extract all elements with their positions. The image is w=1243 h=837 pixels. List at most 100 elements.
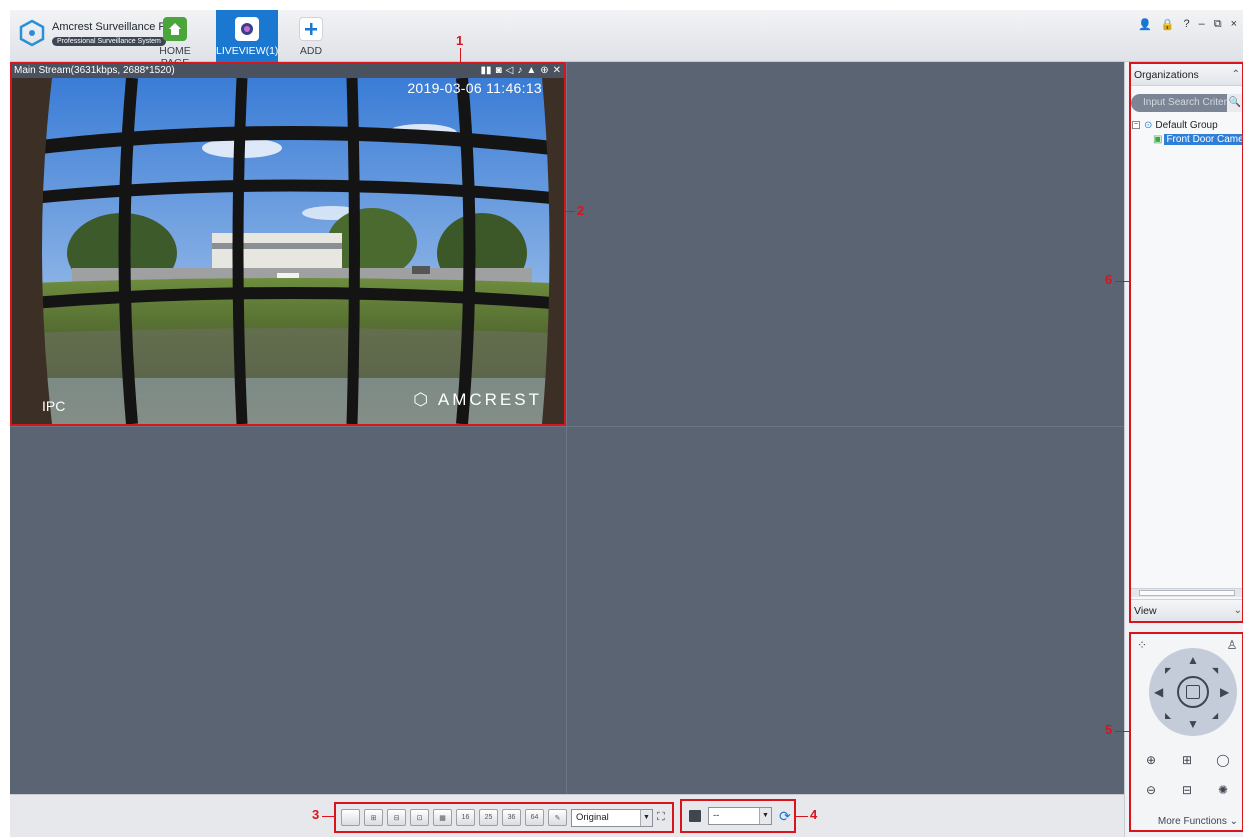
more-functions-link[interactable]: More Functions ⌄ xyxy=(1158,816,1238,827)
callout-6-line xyxy=(1115,281,1129,282)
pan-left-icon[interactable]: ◀ xyxy=(1154,686,1163,698)
close-pane-icon[interactable]: ✕ xyxy=(553,65,561,77)
view-label: View xyxy=(1134,605,1157,617)
callout-5: 5 xyxy=(1105,722,1113,737)
organizations-header[interactable]: Organizations ⌃ xyxy=(1131,64,1242,86)
layout-25-button[interactable]: 25 xyxy=(479,809,498,826)
ptz-user-icon[interactable]: ♙ xyxy=(1224,637,1240,653)
group-label: Default Group xyxy=(1155,119,1218,131)
tab-add[interactable]: ADD xyxy=(280,10,342,62)
camera-device-icon: ▣ xyxy=(1153,133,1163,145)
tab-label: LIVEVIEW(1) xyxy=(216,45,279,57)
layout-1-button[interactable] xyxy=(341,809,360,826)
layout-4-button[interactable]: ⊞ xyxy=(364,809,383,826)
layout-36-button[interactable]: 36 xyxy=(502,809,521,826)
custom-layout-button[interactable]: ✎ xyxy=(548,809,567,826)
organizations-label: Organizations xyxy=(1134,69,1199,81)
tree-horizontal-scrollbar[interactable] xyxy=(1131,588,1242,597)
camera-lens-icon xyxy=(235,17,259,41)
pan-down-icon[interactable]: ▼ xyxy=(1187,718,1199,730)
pan-down-left-icon[interactable]: ◣ xyxy=(1165,710,1171,722)
collapse-icon[interactable]: − xyxy=(1132,121,1140,129)
amcrest-logo-icon xyxy=(19,19,45,47)
layout-6-button[interactable]: ⊟ xyxy=(387,809,406,826)
tree-node-group[interactable]: − ⊙ Default Group xyxy=(1131,118,1242,132)
pan-right-icon[interactable]: ▶ xyxy=(1220,686,1229,698)
callout-1-line xyxy=(460,48,461,62)
audio-icon[interactable]: ◁ xyxy=(506,65,514,77)
stream-toolbar: -- ▼ ⟳ xyxy=(680,799,796,833)
search-icon[interactable]: 🔍 xyxy=(1227,94,1242,112)
layout-8-button[interactable]: ⊡ xyxy=(410,809,429,826)
organizations-panel: Organizations ⌃ Input Search Criteria 🔍 … xyxy=(1129,62,1243,623)
pan-up-icon[interactable]: ▲ xyxy=(1187,654,1199,666)
stream-select-value: -- xyxy=(713,810,720,821)
ptz-panel: ⁘ ♙ ▲ ▼ ◀ ▶ ◤ ◥ ◣ ◢ ⊕ ⊞ ◯ ⊖ ⊟ ✺ More Fun… xyxy=(1129,632,1243,832)
tab-home-page[interactable]: HOME PAGE xyxy=(144,10,206,69)
more-functions-label: More Functions xyxy=(1157,816,1227,827)
layout-9-button[interactable]: ▦ xyxy=(433,809,452,826)
zoom-in-icon[interactable]: ⊕ xyxy=(1143,752,1159,768)
preset-grid-icon[interactable]: ⁘ xyxy=(1134,637,1150,653)
view-header[interactable]: View ⌄ xyxy=(1131,599,1242,621)
refresh-icon[interactable]: ⟳ xyxy=(779,808,791,825)
snapshot-icon[interactable]: ◙ xyxy=(496,65,502,77)
callout-2: 2 xyxy=(577,203,585,218)
lock-icon[interactable]: 🔒 xyxy=(1161,18,1175,31)
brand-text: AMCREST xyxy=(437,390,542,409)
pan-down-right-icon[interactable]: ◢ xyxy=(1212,710,1218,722)
video-pane-3[interactable] xyxy=(10,427,566,794)
layout-64-button[interactable]: 64 xyxy=(525,809,544,826)
scrollbar-thumb[interactable] xyxy=(1139,590,1235,596)
iris-open-icon[interactable]: ◯ xyxy=(1215,752,1231,768)
zoom-icon[interactable]: ⊕ xyxy=(540,65,548,77)
top-bar: Amcrest Surveillance Pro Professional Su… xyxy=(10,10,1243,69)
device-search-input[interactable]: Input Search Criteria 🔍 xyxy=(1131,94,1242,112)
device-label: Front Door Camera xyxy=(1164,133,1242,145)
save-view-icon[interactable] xyxy=(689,810,701,822)
tab-liveview[interactable]: LIVEVIEW(1) xyxy=(216,10,278,62)
chevron-up-icon: ⌃ xyxy=(1231,69,1240,80)
stream-select[interactable]: -- ▼ xyxy=(708,807,772,825)
pan-up-left-icon[interactable]: ◤ xyxy=(1165,665,1171,677)
zoom-out-icon[interactable]: ⊖ xyxy=(1143,782,1159,798)
user-icon[interactable]: 👤 xyxy=(1138,18,1152,31)
tree-node-device[interactable]: ▣ Front Door Camera xyxy=(1131,132,1242,146)
ptz-center-button[interactable] xyxy=(1177,676,1209,708)
home-icon xyxy=(163,17,187,41)
osd-brand-watermark: ⬡ AMCREST xyxy=(413,390,542,410)
video-pane-1[interactable]: Main Stream(3631kbps, 2688*1520) ▮▮ ◙ ◁ … xyxy=(10,62,566,426)
layout-toolbar: ⊞ ⊟ ⊡ ▦ 16 25 36 64 ✎ Original ▼ ⛶ xyxy=(334,802,674,833)
aspect-ratio-value: Original xyxy=(576,811,609,823)
pane-toolbar: ▮▮ ◙ ◁ ♪ ▲ ⊕ ✕ xyxy=(481,65,561,77)
layout-16-button[interactable]: 16 xyxy=(456,809,475,826)
osd-channel-label: IPC xyxy=(42,398,66,414)
talk-icon[interactable]: ♪ xyxy=(517,65,522,77)
minimize-icon[interactable]: – xyxy=(1199,18,1205,31)
device-tree: − ⊙ Default Group ▣ Front Door Camera xyxy=(1131,118,1242,146)
record-icon[interactable]: ▮▮ xyxy=(481,65,492,77)
restore-icon[interactable]: ⧉ xyxy=(1214,18,1222,31)
callout-1: 1 xyxy=(456,33,464,48)
group-icon: ⊙ xyxy=(1144,119,1153,131)
video-grid: Main Stream(3631kbps, 2688*1520) ▮▮ ◙ ◁ … xyxy=(10,62,1124,794)
camera-feed: 2019-03-06 11:46:13 IPC ⬡ AMCREST xyxy=(12,78,564,424)
focus-far-icon[interactable]: ⊟ xyxy=(1179,782,1195,798)
callout-6: 6 xyxy=(1105,272,1113,287)
pointer-icon[interactable]: ▲ xyxy=(526,65,536,77)
callout-4-line xyxy=(796,816,808,817)
aspect-ratio-select[interactable]: Original ▼ xyxy=(571,808,653,827)
chevron-down-icon: ⌄ xyxy=(1229,816,1238,827)
video-pane-2[interactable] xyxy=(567,62,1124,426)
fullscreen-icon[interactable]: ⛶ xyxy=(657,811,665,824)
chevron-down-icon: ▼ xyxy=(759,808,771,824)
focus-near-icon[interactable]: ⊞ xyxy=(1179,752,1195,768)
pan-up-right-icon[interactable]: ◥ xyxy=(1212,665,1218,677)
help-icon[interactable]: ? xyxy=(1183,18,1189,31)
zoom-area-icon xyxy=(1186,685,1200,699)
ptz-direction-pad[interactable]: ▲ ▼ ◀ ▶ ◤ ◥ ◣ ◢ xyxy=(1149,648,1237,736)
callout-4: 4 xyxy=(810,807,818,822)
video-pane-4[interactable] xyxy=(567,427,1124,794)
close-icon[interactable]: × xyxy=(1231,18,1237,31)
iris-close-icon[interactable]: ✺ xyxy=(1215,782,1231,798)
